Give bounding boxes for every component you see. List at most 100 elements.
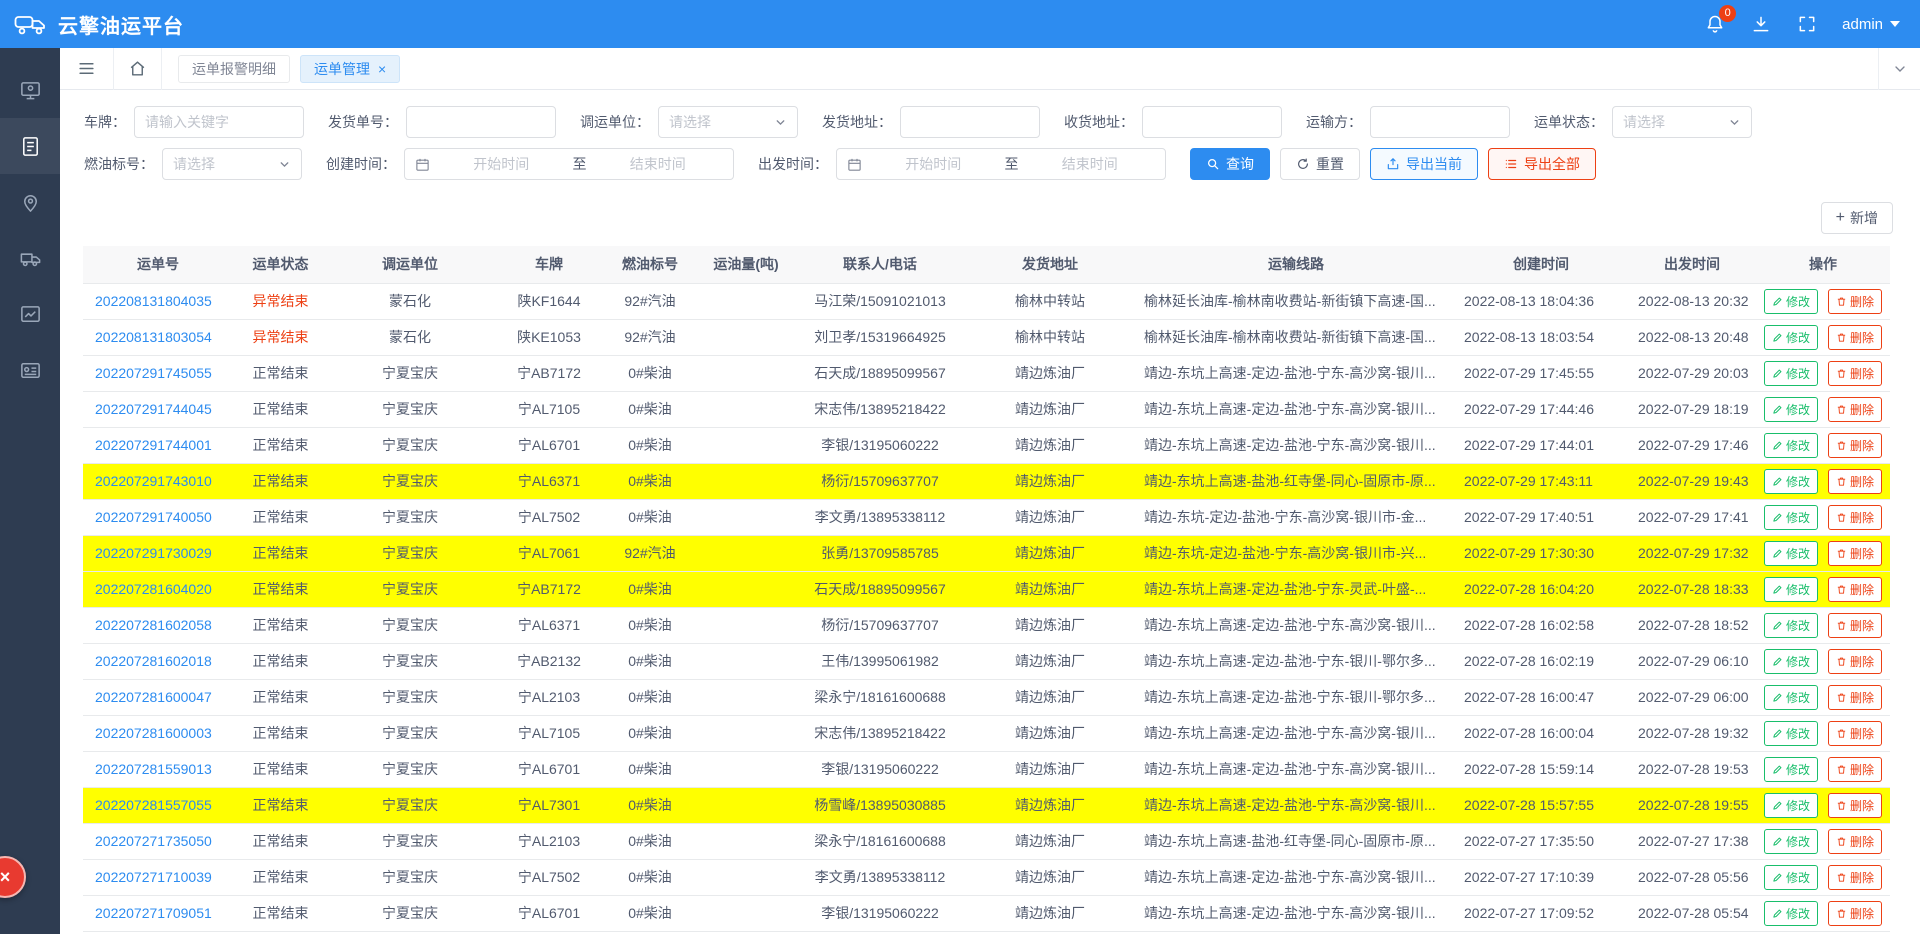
edit-button[interactable]: 修改 [1764, 397, 1818, 422]
edit-button[interactable]: 修改 [1764, 901, 1818, 926]
tab-waybill-manage[interactable]: 运单管理 × [300, 55, 400, 83]
user-menu[interactable]: admin [1842, 16, 1900, 33]
tab-options-button[interactable] [1878, 48, 1920, 90]
delete-button[interactable]: 删除 [1828, 829, 1882, 854]
delete-button[interactable]: 删除 [1828, 613, 1882, 638]
sidebar-item-card[interactable] [0, 342, 60, 398]
edit-button[interactable]: 修改 [1764, 505, 1818, 530]
ship-no-input[interactable] [406, 106, 556, 138]
fuel-cell: 0#柴油 [606, 895, 694, 931]
waybill-link[interactable]: 202207281557055 [95, 797, 212, 813]
create-time-range[interactable]: 开始时间 至 结束时间 [404, 148, 734, 180]
fuel-label: 燃油标号： [84, 154, 154, 174]
waybill-link[interactable]: 202207281600047 [95, 689, 212, 705]
delete-button[interactable]: 删除 [1828, 325, 1882, 350]
delete-button[interactable]: 删除 [1828, 289, 1882, 314]
edit-button[interactable]: 修改 [1764, 649, 1818, 674]
status-text: 正常结束 [253, 761, 309, 777]
delete-button[interactable]: 删除 [1828, 721, 1882, 746]
trash-icon [1836, 656, 1847, 667]
status-text: 正常结束 [253, 437, 309, 453]
created-cell: 2022-07-29 17:44:01 [1454, 427, 1628, 463]
dispatch-select[interactable]: 请选择 [658, 106, 798, 138]
edit-button[interactable]: 修改 [1764, 685, 1818, 710]
waybill-link[interactable]: 202207271709051 [95, 905, 212, 921]
waybill-link[interactable]: 202207271710039 [95, 869, 212, 885]
delete-button[interactable]: 删除 [1828, 505, 1882, 530]
company-cell: 宁夏宝庆 [328, 607, 492, 643]
delete-button[interactable]: 删除 [1828, 685, 1882, 710]
edit-button[interactable]: 修改 [1764, 757, 1818, 782]
departed-cell: 2022-07-28 05:54 [1628, 895, 1756, 931]
plate-cell: 宁AL2103 [492, 823, 606, 859]
fuel-cell: 0#柴油 [606, 499, 694, 535]
table-row: 202207281557055 正常结束 宁夏宝庆 宁AL7301 0#柴油 杨… [83, 787, 1890, 823]
sidebar-item-vehicle[interactable] [0, 230, 60, 286]
search-button[interactable]: 查询 [1190, 148, 1270, 180]
notification-button[interactable]: 0 [1704, 13, 1726, 35]
edit-button[interactable]: 修改 [1764, 541, 1818, 566]
edit-button[interactable]: 修改 [1764, 469, 1818, 494]
waybill-link[interactable]: 202207281604020 [95, 581, 212, 597]
delete-button[interactable]: 删除 [1828, 433, 1882, 458]
waybill-link[interactable]: 202207291740050 [95, 509, 212, 525]
export-all-button[interactable]: 导出全部 [1488, 148, 1596, 180]
waybill-link[interactable]: 202207281600003 [95, 725, 212, 741]
edit-button[interactable]: 修改 [1764, 325, 1818, 350]
export-current-button[interactable]: 导出当前 [1370, 148, 1478, 180]
sidebar-item-monitor[interactable] [0, 62, 60, 118]
recv-addr-input[interactable] [1142, 106, 1282, 138]
edit-button[interactable]: 修改 [1764, 289, 1818, 314]
edit-button[interactable]: 修改 [1764, 361, 1818, 386]
plate-input[interactable] [134, 106, 304, 138]
edit-button[interactable]: 修改 [1764, 613, 1818, 638]
delete-button[interactable]: 删除 [1828, 541, 1882, 566]
download-button[interactable] [1750, 13, 1772, 35]
waybill-link[interactable]: 202207281602018 [95, 653, 212, 669]
delete-button[interactable]: 删除 [1828, 577, 1882, 602]
departed-cell: 2022-07-28 05:56 [1628, 859, 1756, 895]
ship-addr-input[interactable] [900, 106, 1040, 138]
tab-close-icon[interactable]: × [378, 62, 386, 76]
edit-button[interactable]: 修改 [1764, 793, 1818, 818]
waybill-link[interactable]: 202207291744045 [95, 401, 212, 417]
caret-down-icon [1890, 21, 1900, 27]
waybill-link[interactable]: 202207281559013 [95, 761, 212, 777]
waybill-link[interactable]: 202208131803054 [95, 329, 212, 345]
fuel-select[interactable]: 请选择 [162, 148, 302, 180]
edit-button[interactable]: 修改 [1764, 721, 1818, 746]
sidebar-item-chart[interactable] [0, 286, 60, 342]
tab-waybill-alarm[interactable]: 运单报警明细 [178, 55, 290, 83]
edit-button[interactable]: 修改 [1764, 433, 1818, 458]
depart-time-range[interactable]: 开始时间 至 结束时间 [836, 148, 1166, 180]
waybill-link[interactable]: 202207291745055 [95, 365, 212, 381]
home-button[interactable] [114, 48, 162, 90]
delete-button[interactable]: 删除 [1828, 757, 1882, 782]
add-button[interactable]: + 新增 [1821, 202, 1893, 234]
waybill-link[interactable]: 202207271735050 [95, 833, 212, 849]
status-text: 正常结束 [253, 617, 309, 633]
status-select[interactable]: 请选择 [1612, 106, 1752, 138]
transporter-input[interactable] [1370, 106, 1510, 138]
waybill-link[interactable]: 202207291744001 [95, 437, 212, 453]
waybill-link[interactable]: 202207291743010 [95, 473, 212, 489]
volume-cell [694, 499, 798, 535]
edit-button[interactable]: 修改 [1764, 829, 1818, 854]
waybill-link[interactable]: 202207291730029 [95, 545, 212, 561]
edit-button[interactable]: 修改 [1764, 865, 1818, 890]
delete-button[interactable]: 删除 [1828, 865, 1882, 890]
sidebar-item-waybill[interactable] [0, 118, 60, 174]
delete-button[interactable]: 删除 [1828, 649, 1882, 674]
delete-button[interactable]: 删除 [1828, 361, 1882, 386]
waybill-link[interactable]: 202207281602058 [95, 617, 212, 633]
menu-fold-button[interactable] [60, 48, 114, 90]
delete-button[interactable]: 删除 [1828, 397, 1882, 422]
delete-button[interactable]: 删除 [1828, 901, 1882, 926]
reset-button[interactable]: 重置 [1280, 148, 1360, 180]
waybill-link[interactable]: 202208131804035 [95, 293, 212, 309]
edit-button[interactable]: 修改 [1764, 577, 1818, 602]
delete-button[interactable]: 删除 [1828, 469, 1882, 494]
delete-button[interactable]: 删除 [1828, 793, 1882, 818]
sidebar-item-location[interactable] [0, 174, 60, 230]
fullscreen-button[interactable] [1796, 13, 1818, 35]
